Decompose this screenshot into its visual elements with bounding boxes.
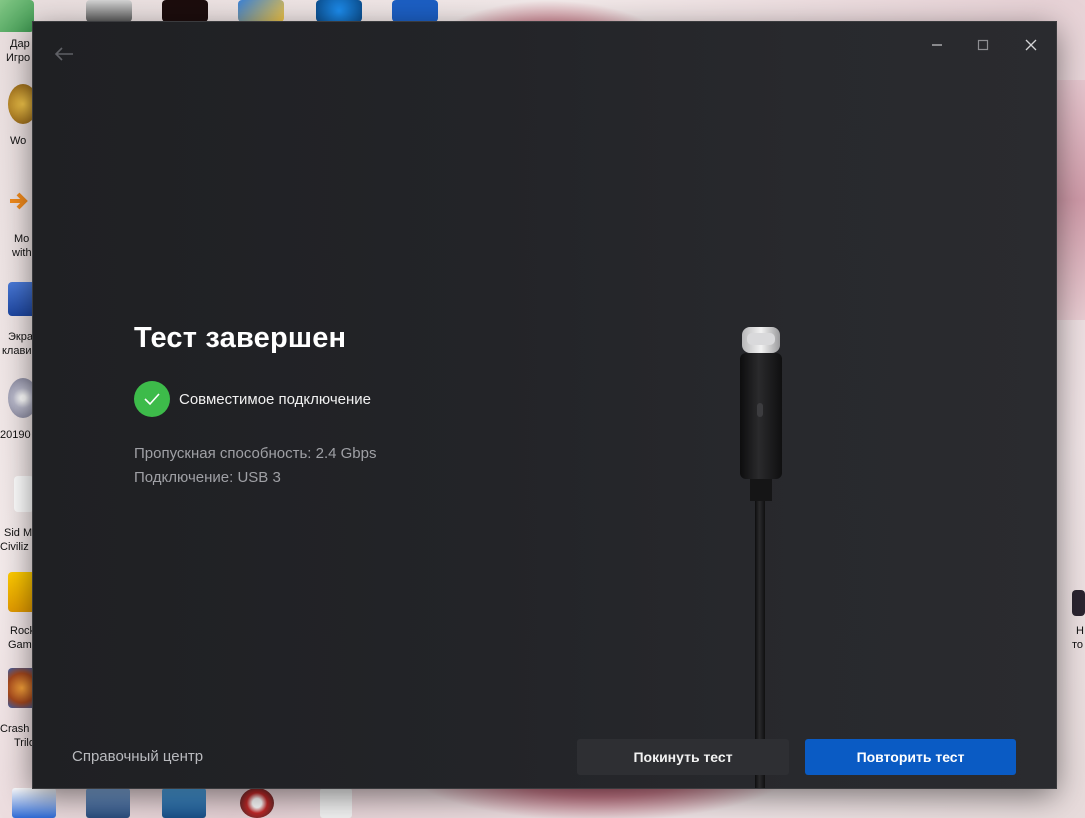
arrow-left-icon [54,47,73,61]
desktop-wallpaper-art-right [1056,80,1085,320]
success-badge [134,381,170,417]
desktop-label: Wo [10,135,27,147]
desktop-icon-bottom-5[interactable] [320,788,352,818]
desktop-label: Crash [0,723,30,735]
desktop-label: Экра [8,331,33,343]
desktop-icon-game[interactable] [0,0,34,32]
back-button[interactable] [51,42,77,66]
cable-test-window: Тест завершен Совместимое подключение Пр… [33,22,1056,788]
desktop-icon-top-3[interactable] [238,0,284,22]
desktop-icon-keyboard[interactable] [8,282,36,316]
close-icon [1025,39,1037,51]
desktop-label: то [1072,639,1084,651]
usb-c-cable-icon [740,327,782,788]
desktop-label: Mo [14,233,30,245]
desktop-label: клави [2,345,32,357]
throughput-text: Пропускная способность: 2.4 Gbps [134,445,377,462]
help-center-link[interactable]: Справочный центр [72,748,203,765]
desktop-label: Rock [10,625,36,637]
desktop-icon-top-4[interactable] [316,0,362,22]
checkmark-icon [144,393,160,406]
desktop-label: Trilo [14,737,35,749]
status-text: Совместимое подключение [179,390,371,408]
maximize-button[interactable] [960,34,1006,56]
desktop-icon-file[interactable] [14,476,34,512]
desktop-icon-bottom-1[interactable] [12,788,56,818]
retry-test-button[interactable]: Повторить тест [805,739,1016,775]
desktop-icon-bottom-4[interactable] [240,788,274,818]
connection-text: Подключение: USB 3 [134,469,281,486]
desktop-label: with [12,247,32,259]
desktop-icon-right[interactable] [1072,590,1085,616]
desktop-label: Дар [10,38,30,50]
desktop-icon-top-5[interactable] [392,0,438,22]
arrow-right-icon [10,192,28,210]
desktop-label: 20190 [0,429,31,441]
desktop-icon-rockstar[interactable] [8,572,36,612]
desktop-icon-top-2[interactable] [162,0,208,22]
maximize-icon [977,39,989,51]
close-button[interactable] [1008,34,1054,56]
status-row: Совместимое подключение [134,381,371,417]
minimize-button[interactable] [914,34,960,56]
desktop-label: Civiliz [0,541,29,553]
leave-test-button[interactable]: Покинуть тест [577,739,789,775]
page-title: Тест завершен [134,322,347,354]
desktop-label: Игро [6,52,31,64]
desktop-icon-top-1[interactable] [86,0,132,22]
desktop-label: Gam [8,639,32,651]
desktop-icon-crash[interactable] [8,668,36,708]
desktop-icon-move[interactable] [8,185,34,225]
desktop-icon-bottom-3[interactable] [162,788,206,818]
desktop-icon-bottom-2[interactable] [86,788,130,818]
desktop-label: Н [1076,625,1084,637]
minimize-icon [932,44,942,46]
desktop-label: Sid M [4,527,33,539]
